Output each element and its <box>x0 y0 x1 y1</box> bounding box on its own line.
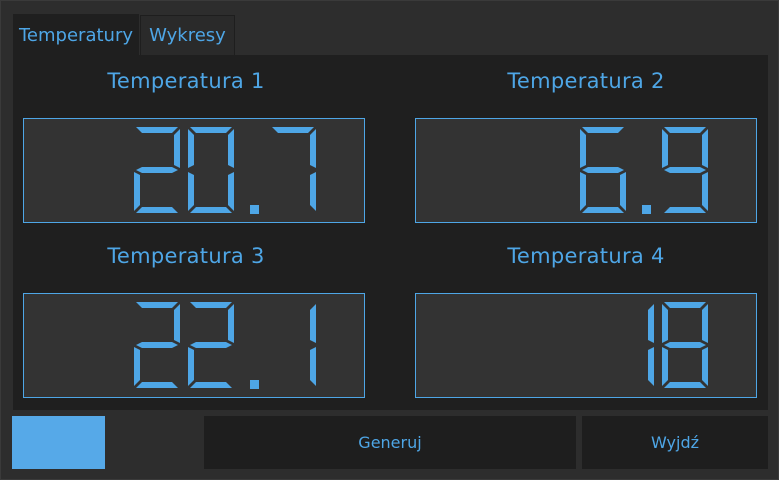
lcd-segment <box>310 129 316 168</box>
lcd-segment <box>136 167 178 173</box>
lcd-segment <box>620 172 626 211</box>
lcd-digit <box>310 304 316 386</box>
tab-label: Wykresy <box>149 25 226 46</box>
lcd-segment <box>310 304 316 343</box>
lcd-decimal-point <box>642 205 651 214</box>
lcd-digit <box>662 127 708 213</box>
lcd-segment <box>188 172 194 211</box>
lcd-digit <box>134 302 180 388</box>
lcd-decimal-point <box>250 380 259 389</box>
app-window: Temperatury Wykresy Temperatura 1 Temper… <box>0 0 779 480</box>
lcd-segment <box>228 129 234 168</box>
lcd-digits-2 <box>580 127 708 214</box>
lcd-segment <box>664 302 706 308</box>
sensor-label-4: Temperatura 4 <box>507 244 665 268</box>
lcd-segment <box>190 382 232 388</box>
lcd-segment <box>702 129 708 168</box>
lcd-segment <box>580 129 586 168</box>
lcd-segment <box>702 347 708 386</box>
lcd-segment <box>174 304 180 343</box>
temperature-panel: Temperatura 1 Temperatura 2 Temperatura … <box>13 55 768 410</box>
lcd-digit <box>648 304 654 386</box>
lcd-segment <box>310 347 316 386</box>
sensor-label-2: Temperatura 2 <box>507 69 665 93</box>
lcd-digits-1 <box>134 127 316 214</box>
tab-label: Temperatury <box>19 24 133 46</box>
lcd-segment <box>662 347 668 386</box>
lcd-digit <box>662 302 708 388</box>
lcd-segment <box>664 342 706 348</box>
lcd-segment <box>580 172 586 211</box>
lcd-segment <box>702 304 708 343</box>
lcd-segment <box>702 172 708 211</box>
sensor-label-3: Temperatura 3 <box>107 244 265 268</box>
lcd-segment <box>188 347 194 386</box>
lcd-segment <box>190 302 232 308</box>
lcd-digit <box>188 302 234 388</box>
lcd-segment <box>174 129 180 168</box>
generate-button[interactable]: Generuj <box>204 416 576 469</box>
lcd-segment <box>664 382 706 388</box>
lcd-segment <box>664 207 706 213</box>
lcd-display-4 <box>415 293 757 398</box>
lcd-segment <box>648 347 654 386</box>
lcd-segment <box>582 207 624 213</box>
lcd-segment <box>188 129 194 168</box>
lcd-segment <box>662 129 668 168</box>
sensor-label-1: Temperatura 1 <box>107 69 265 93</box>
lcd-segment <box>190 127 232 133</box>
lcd-segment <box>134 347 140 386</box>
lcd-segment <box>136 302 178 308</box>
lcd-decimal-point <box>250 205 259 214</box>
lcd-digits-3 <box>134 302 316 389</box>
lcd-segment <box>582 127 624 133</box>
lcd-segment <box>272 127 314 133</box>
lcd-digits-4 <box>648 302 708 388</box>
lcd-segment <box>190 207 232 213</box>
lcd-segment <box>310 172 316 211</box>
exit-button[interactable]: Wyjdź <box>582 416 768 469</box>
lcd-segment <box>136 342 178 348</box>
lcd-digit <box>134 127 180 213</box>
lcd-segment <box>664 127 706 133</box>
lcd-display-2 <box>415 118 757 223</box>
lcd-segment <box>662 304 668 343</box>
lcd-segment <box>664 167 706 173</box>
lcd-segment <box>136 127 178 133</box>
lcd-segment <box>190 342 232 348</box>
lcd-segment <box>228 172 234 211</box>
lcd-digit <box>188 127 234 213</box>
lcd-segment <box>228 304 234 343</box>
tab-wykresy[interactable]: Wykresy <box>140 15 235 55</box>
color-swatch[interactable] <box>12 416 105 469</box>
lcd-segment <box>582 167 624 173</box>
lcd-segment <box>136 207 178 213</box>
lcd-digit <box>272 127 316 211</box>
lcd-segment <box>136 382 178 388</box>
lcd-segment <box>134 172 140 211</box>
tab-temperatury[interactable]: Temperatury <box>13 14 139 56</box>
lcd-display-1 <box>23 118 365 223</box>
lcd-segment <box>648 304 654 343</box>
lcd-digit <box>580 127 626 213</box>
lcd-display-3 <box>23 293 365 398</box>
